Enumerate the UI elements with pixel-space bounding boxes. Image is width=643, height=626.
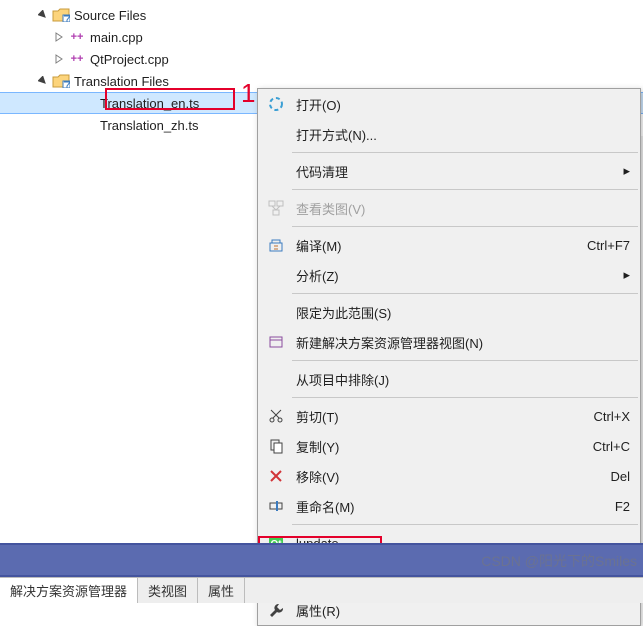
menu-separator <box>292 226 638 227</box>
tab-properties[interactable]: 属性 <box>198 578 245 603</box>
menu-copy[interactable]: 复制(Y) Ctrl+C <box>258 431 640 461</box>
scissors-icon <box>262 404 290 428</box>
submenu-arrow-icon: ▸ <box>618 163 630 179</box>
menu-analyze[interactable]: 分析(Z) ▸ <box>258 260 640 290</box>
submenu-arrow-icon: ▸ <box>618 267 630 283</box>
expand-arrow-icon[interactable] <box>52 30 66 44</box>
tree-label: Translation Files <box>74 74 169 89</box>
tree-label: QtProject.cpp <box>90 52 169 67</box>
collapse-arrow-icon[interactable] <box>36 8 50 22</box>
tab-class-view[interactable]: 类视图 <box>138 578 198 603</box>
tree-item-qtproject-cpp[interactable]: ++ QtProject.cpp <box>0 48 643 70</box>
expand-arrow-icon[interactable] <box>52 52 66 66</box>
menu-separator <box>292 360 638 361</box>
tree-label: Translation_en.ts <box>100 96 199 111</box>
menu-view-class-diagram[interactable]: 查看类图(V) <box>258 193 640 223</box>
menu-open-with[interactable]: 打开方式(N)... <box>258 119 640 149</box>
rename-icon <box>262 494 290 518</box>
new-view-icon <box>262 330 290 354</box>
bottom-tab-bar: 解决方案资源管理器 类视图 属性 <box>0 577 643 603</box>
menu-new-solution-view[interactable]: 新建解决方案资源管理器视图(N) <box>258 327 640 357</box>
menu-separator <box>292 524 638 525</box>
menu-compile[interactable]: 编译(M) Ctrl+F7 <box>258 230 640 260</box>
bottom-panel-strip <box>0 543 643 577</box>
copy-icon <box>262 434 290 458</box>
tree-item-main-cpp[interactable]: ++ main.cpp <box>0 26 643 48</box>
menu-separator <box>292 293 638 294</box>
collapse-arrow-icon[interactable] <box>36 74 50 88</box>
delete-x-icon <box>262 464 290 488</box>
open-loading-icon <box>262 92 290 116</box>
menu-exclude[interactable]: 从项目中排除(J) <box>258 364 640 394</box>
menu-separator <box>292 189 638 190</box>
folder-filter-icon <box>52 73 70 89</box>
menu-remove[interactable]: 移除(V) Del <box>258 461 640 491</box>
tree-label: Translation_zh.ts <box>100 118 199 133</box>
menu-code-cleanup[interactable]: 代码清理 ▸ <box>258 156 640 186</box>
menu-separator <box>292 152 638 153</box>
tree-label: Source Files <box>74 8 146 23</box>
tree-label: main.cpp <box>90 30 143 45</box>
cpp-file-icon: ++ <box>68 51 86 67</box>
menu-rename[interactable]: 重命名(M) F2 <box>258 491 640 521</box>
menu-cut[interactable]: 剪切(T) Ctrl+X <box>258 401 640 431</box>
tree-item-source-files[interactable]: Source Files <box>0 4 643 26</box>
menu-open[interactable]: 打开(O) <box>258 89 640 119</box>
menu-separator <box>292 397 638 398</box>
folder-filter-icon <box>52 7 70 23</box>
menu-scope-to-this[interactable]: 限定为此范围(S) <box>258 297 640 327</box>
class-diagram-icon <box>262 196 290 220</box>
cpp-file-icon: ++ <box>68 29 86 45</box>
compile-icon <box>262 233 290 257</box>
tab-solution-explorer[interactable]: 解决方案资源管理器 <box>0 578 138 603</box>
